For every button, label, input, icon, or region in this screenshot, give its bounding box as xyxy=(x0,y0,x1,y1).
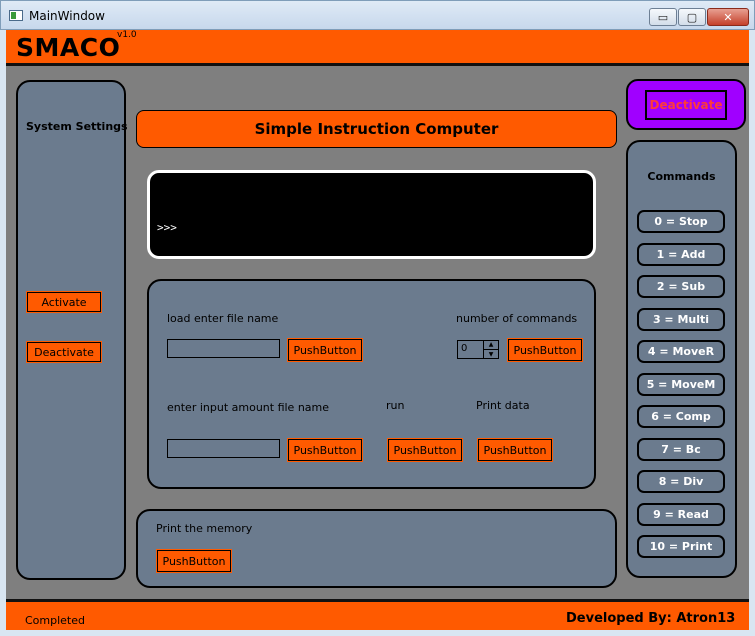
status-footer: Completed Developed By: Atron13 xyxy=(6,599,749,630)
print-data-button[interactable]: PushButton xyxy=(477,438,553,462)
command-item[interactable]: 4 = MoveR xyxy=(637,340,725,363)
command-item[interactable]: 3 = Multi xyxy=(637,308,725,331)
main-window-client: SMACO v1.0 System Settings Activate Deac… xyxy=(6,30,749,630)
command-item[interactable]: 8 = Div xyxy=(637,470,725,493)
minimize-button[interactable]: ▭ xyxy=(649,8,677,26)
commands-title: Commands xyxy=(647,170,716,183)
command-item[interactable]: 9 = Read xyxy=(637,503,725,526)
spinbox-value: 0 xyxy=(461,343,468,354)
run-label: run xyxy=(386,399,405,412)
deactivate-panel: Deactivate xyxy=(626,79,746,130)
app-header: SMACO v1.0 xyxy=(6,30,749,66)
system-settings-title: System Settings xyxy=(26,120,128,133)
load-file-label: load enter file name xyxy=(167,312,279,325)
number-of-commands-button[interactable]: PushButton xyxy=(507,338,583,362)
console-output[interactable]: >>> xyxy=(147,170,596,259)
deactivate-button[interactable]: Deactivate xyxy=(26,341,102,363)
command-item[interactable]: 1 = Add xyxy=(637,243,725,266)
command-item[interactable]: 0 = Stop xyxy=(637,210,725,233)
load-file-button[interactable]: PushButton xyxy=(287,338,363,362)
deactivate-main-button[interactable]: Deactivate xyxy=(645,90,727,120)
status-text: Completed xyxy=(25,614,85,627)
activate-button[interactable]: Activate xyxy=(26,291,102,313)
print-data-label: Print data xyxy=(476,399,530,412)
run-button[interactable]: PushButton xyxy=(387,438,463,462)
input-file-button[interactable]: PushButton xyxy=(287,438,363,462)
command-item[interactable]: 5 = MoveM xyxy=(637,373,725,396)
app-icon xyxy=(9,10,23,21)
main-title: Simple Instruction Computer xyxy=(136,110,617,148)
number-of-commands-label: number of commands xyxy=(456,312,578,325)
input-file-input[interactable] xyxy=(167,439,280,458)
credits-text: Developed By: Atron13 xyxy=(566,611,736,626)
window-title: MainWindow xyxy=(29,9,105,23)
command-item[interactable]: 10 = Print xyxy=(637,535,725,558)
command-item[interactable]: 2 = Sub xyxy=(637,275,725,298)
commands-panel: Commands 0 = Stop 1 = Add 2 = Sub 3 = Mu… xyxy=(626,140,737,578)
spin-down-icon[interactable]: ▼ xyxy=(483,349,498,358)
load-file-input[interactable] xyxy=(167,339,280,358)
print-memory-button[interactable]: PushButton xyxy=(156,549,232,573)
console-prompt: >>> xyxy=(157,221,177,234)
app-version: v1.0 xyxy=(117,30,137,40)
close-button[interactable]: ✕ xyxy=(707,8,749,26)
system-settings-panel: System Settings Activate Deactivate xyxy=(16,80,128,580)
app-name: SMACO xyxy=(16,33,121,62)
input-file-label: enter input amount file name xyxy=(167,401,330,414)
maximize-button[interactable]: ▢ xyxy=(678,8,706,26)
print-memory-label: Print the memory xyxy=(156,522,253,535)
memory-panel: Print the memory PushButton xyxy=(136,509,617,588)
command-item[interactable]: 7 = Bc xyxy=(637,438,725,461)
number-of-commands-spinbox[interactable]: 0 ▲ ▼ xyxy=(457,340,499,359)
io-panel: load enter file name PushButton number o… xyxy=(147,279,596,489)
window-titlebar[interactable]: MainWindow ▭ ▢ ✕ xyxy=(0,0,755,30)
spin-up-icon[interactable]: ▲ xyxy=(483,341,498,349)
command-item[interactable]: 6 = Comp xyxy=(637,405,725,428)
